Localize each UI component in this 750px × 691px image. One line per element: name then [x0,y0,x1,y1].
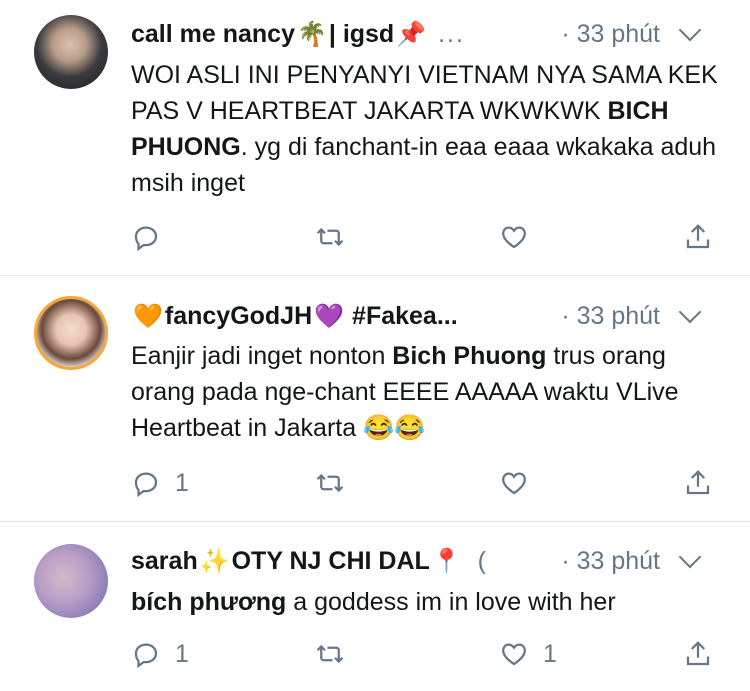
display-name[interactable]: fancyGodJH [165,302,312,331]
chevron-down-icon[interactable] [678,545,702,569]
display-name[interactable]: sarah [131,547,198,576]
tears-of-joy-emoji: 😂😂 [363,414,426,442]
like-button[interactable]: 1 [499,634,557,674]
display-name-suffix[interactable]: | igsd [329,20,394,49]
chevron-down-icon[interactable] [678,300,702,324]
tweet-text: WOI ASLI INI PENYANYI VIETNAM NYA SAMA K… [131,61,718,197]
timestamp[interactable]: · 33 phút [561,20,660,49]
tweet-header: sarah ✨ OTY NJ CHI DAL 📍 ( · 33 phút [131,543,730,579]
share-button[interactable] [683,634,713,674]
retweet-button[interactable] [315,634,345,674]
tweet[interactable]: 🧡 fancyGodJH 💜 #Fakea... · 33 phút Eanji… [0,276,750,521]
timestamp[interactable]: · 33 phút [561,302,660,331]
like-icon [502,472,526,495]
avatar[interactable] [34,296,108,370]
tweet-header: 🧡 fancyGodJH 💜 #Fakea... · 33 phút [131,298,730,334]
share-button[interactable] [683,217,713,257]
share-icon [686,641,710,666]
reply-icon [134,643,158,669]
name-overflow: ( [477,546,488,575]
round-pushpin-emoji: 📍 [431,547,462,575]
like-icon [502,643,526,666]
retweet-button[interactable] [315,217,345,257]
timestamp[interactable]: · 33 phút [561,547,660,576]
reply-count: 1 [175,468,189,497]
like-button[interactable] [499,463,543,503]
reply-button[interactable]: 1 [131,463,189,503]
tweet[interactable]: call me nancy 🌴 | igsd 📌 ... · 33 phút W… [0,0,750,275]
share-button[interactable] [683,463,713,503]
like-count: 1 [543,639,557,668]
display-name-suffix[interactable]: OTY NJ CHI DAL [232,547,430,576]
like-icon [502,226,526,249]
like-button[interactable] [499,217,543,257]
tweet-actions: 1 [131,463,731,503]
retweet-icon [316,227,344,247]
tweet-text: bích phương a goddess im in love with he… [131,588,616,616]
palm-tree-emoji: 🌴 [296,20,327,48]
share-icon [686,470,710,495]
retweet-button[interactable] [315,463,345,503]
pushpin-emoji: 📌 [396,20,427,48]
retweet-icon [316,473,344,493]
share-icon [686,224,710,249]
sparkles-emoji: ✨ [199,547,230,575]
reply-button[interactable]: 1 [131,634,189,674]
tweet-header: call me nancy 🌴 | igsd 📌 ... · 33 phút [131,16,730,52]
retweet-icon [316,644,344,664]
purple-heart-emoji: 💜 [314,302,345,330]
display-name-suffix[interactable]: #Fakea... [352,302,458,331]
tweet-text: Eanjir jadi inget nonton Bich Phuong tru… [131,342,679,442]
reply-icon [134,472,158,498]
reply-icon [134,226,158,252]
orange-heart-emoji: 🧡 [133,302,163,330]
tweet[interactable]: sarah ✨ OTY NJ CHI DAL 📍 ( · 33 phút bíc… [0,522,750,691]
reply-count: 1 [175,639,189,668]
name-overflow: ... [438,19,465,48]
tweet-actions: 1 1 [131,634,731,674]
tweet-actions [131,217,731,257]
chevron-down-icon[interactable] [678,18,702,42]
display-name[interactable]: call me nancy [131,20,295,49]
avatar[interactable] [34,544,108,618]
avatar[interactable] [34,15,108,89]
reply-button[interactable] [131,217,175,257]
